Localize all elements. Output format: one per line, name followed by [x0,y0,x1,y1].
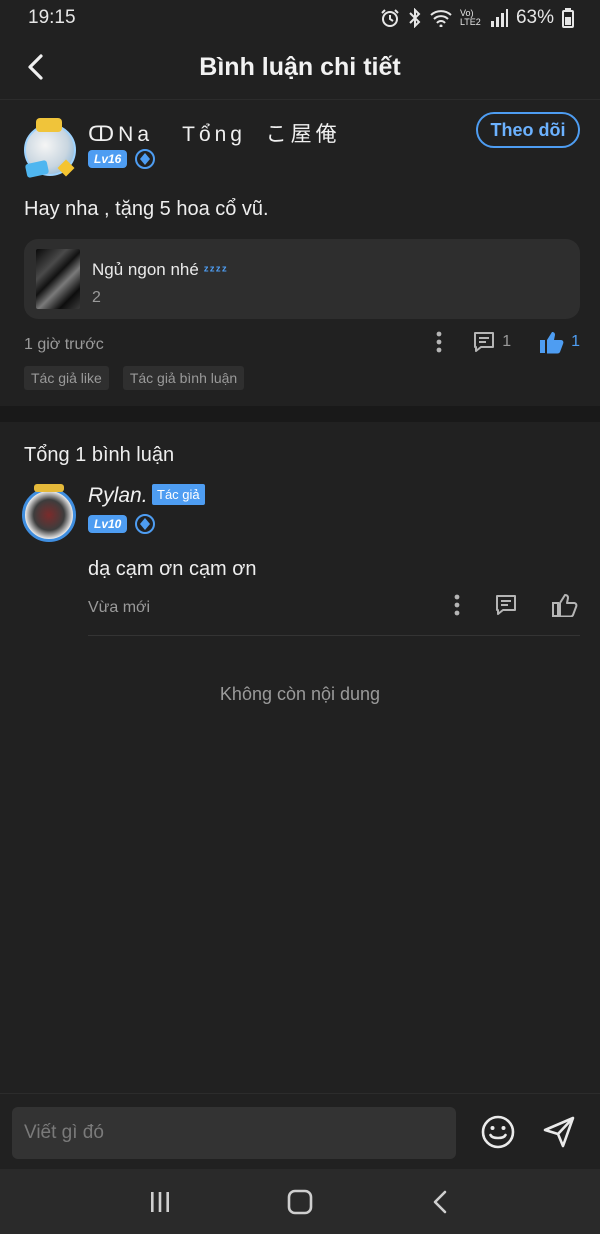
follow-button[interactable]: Theo dõi [476,112,580,148]
app-header: Bình luận chi tiết [0,36,600,100]
level-badge: Lv16 [88,150,128,168]
thumb-up-icon [540,332,564,354]
bluetooth-icon [409,8,421,28]
alarm-icon [381,9,399,27]
nav-home-button[interactable] [270,1177,330,1227]
end-of-content-label: Không còn nội dung [219,684,381,704]
diamond-icon [135,514,156,534]
status-time: 19:15 [28,7,76,28]
post-level-row: Lv16 [88,149,156,169]
comment-avatar[interactable] [20,484,80,542]
signal-icon [490,9,508,27]
back-icon [28,54,43,80]
more-vert-icon [436,331,442,353]
like-button[interactable]: 1 [539,330,580,354]
battery-percent: 63% [515,7,554,28]
thumb-up-icon [552,594,578,617]
like-count: 1 [571,333,580,350]
comment-more-button[interactable] [454,594,460,616]
comment-user-name[interactable]: Rylan. [88,484,148,508]
system-nav-bar [0,1169,600,1234]
wifi-icon [430,10,452,27]
avatar-image [22,488,76,542]
comment-button[interactable]: 1 [472,330,511,354]
comment-time: Vừa mới [88,599,151,616]
tag-author-commented: Tác giả bình luận [122,366,245,390]
emoji-icon [481,1115,515,1149]
tag-author-liked: Tác giả like [24,366,109,390]
post-time: 1 giờ trước [24,336,104,353]
ref-title: Ngủ ngon nhé ᶻᶻᶻᶻ [92,260,228,280]
comment-icon [496,595,516,615]
ref-count: 2 [92,289,101,306]
section-divider [0,406,600,422]
post-user-name[interactable]: ↀNa Tổng こ屋俺 [88,118,341,148]
comments-total: Tổng 1 bình luận [24,444,175,466]
comment-composer [0,1093,600,1169]
sleep-zzz-icon: ᶻᶻᶻᶻ [203,262,228,278]
post-avatar[interactable] [20,118,78,180]
status-bar: 19:15 Vo) LTE2 63% [0,0,600,36]
more-button[interactable] [436,331,442,353]
comment-count: 1 [502,333,512,350]
ref-thumbnail [36,249,80,309]
comment-divider [88,635,580,636]
back-button[interactable] [18,50,52,84]
comment-icon [474,332,495,352]
level-badge: Lv10 [88,515,128,533]
send-icon [543,1116,575,1148]
comment-level-row: Lv10 [88,514,156,534]
author-tags: Tác giả like Tác giả bình luận [24,366,245,390]
network-label: Vo) LTE2 [459,8,481,27]
nav-recent-icon [151,1191,169,1212]
battery-icon [562,8,574,28]
avatar-frame-decoration [34,484,64,492]
nav-back-button[interactable] [410,1177,470,1227]
avatar-frame-decoration [36,118,62,132]
comment-reply-button[interactable] [494,593,518,617]
comment-actions [454,593,578,617]
comment-text: dạ cạm ơn cạm ơn [88,558,257,580]
post-text: Hay nha , tặng 5 hoa cổ vũ. [24,198,269,220]
more-vert-icon [454,594,460,616]
ref-title-text: Ngủ ngon nhé [92,260,199,279]
emoji-button[interactable] [480,1114,516,1155]
nav-back-icon [433,1190,447,1213]
author-badge: Tác giả [152,484,205,505]
send-button[interactable] [541,1114,577,1155]
nav-recent-button[interactable] [130,1177,190,1227]
referenced-post-card[interactable]: Ngủ ngon nhé ᶻᶻᶻᶻ 2 [24,239,580,319]
page-title: Bình luận chi tiết [199,53,401,81]
diamond-icon [135,149,156,169]
post-actions: 1 1 [436,330,580,354]
status-icons: Vo) LTE2 63% [380,7,574,29]
nav-home-icon [287,1189,313,1214]
comment-like-button[interactable] [552,593,578,617]
comment-input[interactable] [12,1107,456,1159]
